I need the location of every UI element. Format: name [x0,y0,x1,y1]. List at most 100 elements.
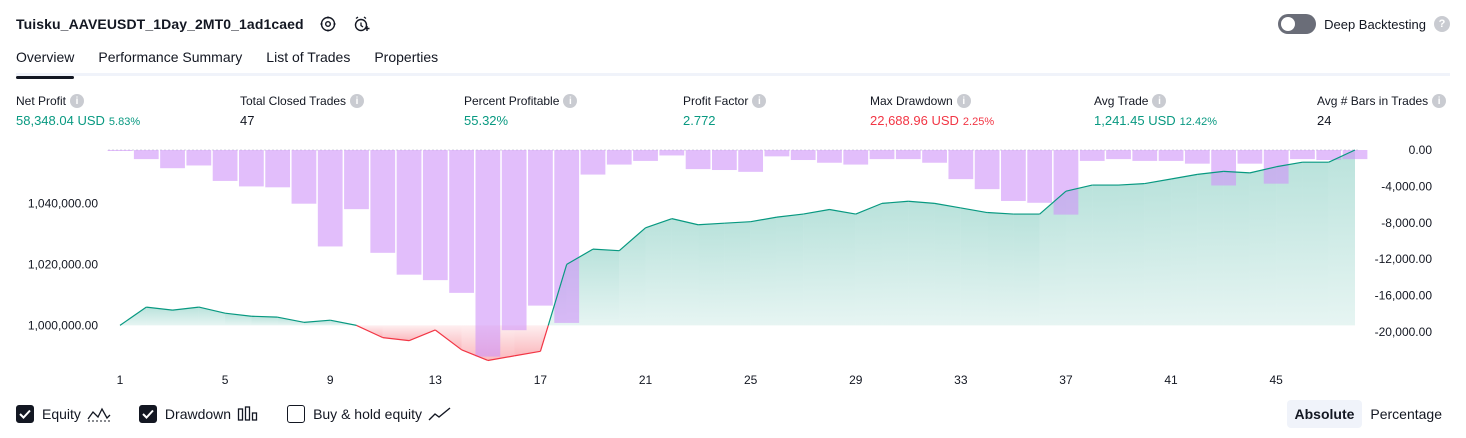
x-axis-tick-label: 33 [954,373,968,387]
percentage-button[interactable]: Percentage [1362,400,1450,428]
drawdown-bar [291,150,317,204]
x-axis-tick-label: 13 [429,373,443,387]
equity-gain-area [987,212,1014,326]
legend-equity[interactable]: Equity [16,405,111,423]
metrics-row: Net Profit i 58,348.04 USD 5.83% Total Clo… [16,93,1450,133]
x-axis-tick-label: 21 [639,373,653,387]
tab-list-of-trades[interactable]: List of Trades [266,46,350,76]
tab-properties[interactable]: Properties [374,46,438,76]
drawdown-bar [449,150,474,293]
equity-gain-area [1118,183,1145,326]
drawdown-bar [948,150,974,180]
drawdown-bar [396,150,422,275]
drawdown-bar [764,150,790,157]
info-icon[interactable]: i [350,94,365,108]
settings-icon[interactable] [318,14,338,34]
drawdown-bar [186,150,212,166]
equity-line-icon [87,406,111,422]
drawdown-bar [1079,150,1105,161]
equity-gain-area [1013,214,1040,326]
drawdown-bar [711,150,737,171]
drawdown-bar [974,150,1000,190]
drawdown-bar [580,150,606,175]
x-axis-tick-label: 9 [327,373,334,387]
metric-percent-profitable: Percent Profitable i 55.32% [464,93,578,128]
drawdown-bar [817,150,842,163]
drawdown-bar [370,150,396,253]
metric-avg-trade: Avg Trade i 1,241.45 USD 12.42% [1094,93,1217,128]
chart-legend: Equity Drawdown Buy & hold equity [16,402,480,426]
metric-value: 55.32% [464,113,509,128]
equity-gain-area [724,221,751,326]
equity-gain-area [855,203,883,326]
equity-gain-area [1171,174,1198,326]
drawdown-bar [1290,150,1315,160]
metric-label: Avg Trade [1094,94,1149,108]
scale-toggle: Absolute Percentage [1286,400,1451,428]
legend-drawdown[interactable]: Drawdown [138,405,259,423]
x-axis-tick-label: 41 [1164,373,1178,387]
equity-checkbox[interactable] [16,405,34,423]
drawdown-bar [422,150,448,281]
drawdown-bar [554,150,580,323]
left-axis-tick-label: 1,020,000.00 [28,257,98,271]
tab-overview[interactable]: Overview [16,46,75,79]
drawdown-bar [107,150,133,151]
x-axis-tick-label: 1 [117,373,124,387]
legend-buy-hold-equity[interactable]: Buy & hold equity [287,405,452,423]
deep-backtesting-toggle[interactable] [1278,14,1317,34]
right-axis-tick-label: -4,000.00 [1381,179,1432,193]
report-tabs: Overview Performance Summary List of Tra… [16,46,1450,79]
drawdown-bar [344,150,369,210]
drawdown-bar [1001,150,1026,201]
equity-gain-area [1197,171,1224,326]
drawdown-checkbox[interactable] [138,405,157,423]
equity-gain-area [1328,150,1355,326]
drawdown-bar [685,150,711,170]
add-alert-icon[interactable] [352,14,372,34]
equity-gain-area [698,223,725,326]
strategy-title: Tuisku_AAVEUSDT_1Day_2MT0_1ad1caed [16,16,304,32]
equity-gain-area [908,201,935,326]
info-icon[interactable]: i [70,94,85,108]
left-axis-tick-label: 1,000,000.00 [28,318,98,332]
metric-total-closed-trades: Total Closed Trades i 47 [240,93,365,128]
right-axis-tick-label: -20,000.00 [1375,325,1433,339]
deep-backtesting-label: Deep Backtesting [1324,16,1426,32]
equity-gain-area [1276,162,1303,326]
right-axis-tick-label: -16,000.00 [1375,289,1433,303]
help-icon[interactable]: ? [1434,16,1450,32]
drawdown-bar [1027,150,1053,203]
buy-hold-checkbox[interactable] [287,405,306,423]
x-axis-tick-label: 37 [1059,373,1073,387]
drawdown-bar [922,150,947,163]
drawdown-bar [869,150,895,160]
drawdown-bar [238,150,264,187]
drawdown-bar [160,150,185,169]
metric-label: Percent Profitable [464,94,560,108]
drawdown-bar [528,150,553,306]
drawdown-bar [212,150,238,181]
drawdown-bar [659,150,685,156]
equity-gain-area [1223,171,1250,326]
info-icon[interactable]: i [1432,94,1447,108]
info-icon[interactable]: i [752,94,767,108]
info-icon[interactable]: i [1152,94,1167,108]
info-icon[interactable]: i [956,94,971,108]
x-axis-tick-label: 29 [849,373,863,387]
right-axis-tick-label: -12,000.00 [1375,252,1433,266]
tab-performance-summary[interactable]: Performance Summary [98,46,242,76]
drawdown-bar [1211,150,1237,186]
buy-hold-line-icon [428,406,452,422]
metric-max-drawdown: Max Drawdown i 22,688.96 USD 2.25% [870,93,994,128]
absolute-button[interactable]: Absolute [1286,400,1363,428]
info-icon[interactable]: i [563,94,578,108]
strategy-header: Tuisku_AAVEUSDT_1Day_2MT0_1ad1caed [16,12,372,36]
equity-loss-area [409,325,436,341]
equity-gain-area [829,209,856,326]
metric-value: 47 [240,113,255,128]
drawdown-bar [1053,150,1079,215]
equity-gain-area [776,214,804,326]
right-axis-tick-label: 0.00 [1409,143,1433,157]
equity-gain-area [750,217,777,326]
